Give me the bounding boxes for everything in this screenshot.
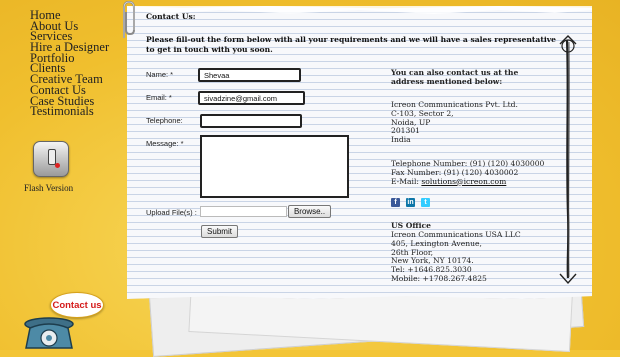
telephone-icon[interactable] <box>22 314 76 350</box>
page-title: Contact Us: <box>146 12 196 21</box>
phone-block: Telephone Number: (91) (120) 4030000 Fax… <box>391 159 544 187</box>
message-label: Message: * <box>146 139 184 148</box>
nav-testimonials[interactable]: Testimonials <box>30 105 109 117</box>
flash-version-label[interactable]: Flash Version <box>24 183 73 193</box>
switch-knob-icon <box>48 149 56 165</box>
paper-clip-icon <box>123 0 135 38</box>
file-path-field[interactable] <box>200 206 287 217</box>
message-textarea[interactable] <box>200 135 349 198</box>
browse-button[interactable]: Browse.. <box>288 205 331 218</box>
telephone-label: Telephone: <box>146 116 183 125</box>
main-nav: Home About Us Services Hire a Designer P… <box>30 9 109 117</box>
us-office-line: Mobile: +1708.267.4825 <box>391 273 487 283</box>
us-office-block: Icreon Communications USA LLC 405, Lexin… <box>391 230 521 284</box>
form-intro: Please fill-out the form below with all … <box>146 35 556 54</box>
telephone-field[interactable] <box>200 114 302 128</box>
email-line: E-Mail: solutions@icreon.com <box>391 176 544 187</box>
linkedin-icon[interactable]: in <box>406 198 415 207</box>
facebook-icon[interactable]: f <box>391 198 400 207</box>
email-label: Email: * <box>146 93 172 102</box>
name-label: Name: * <box>146 70 174 79</box>
address-block: Icreon Communications Pvt. Ltd. C-103, S… <box>391 100 518 145</box>
name-field[interactable]: Shevaa <box>198 68 301 82</box>
email-link[interactable]: solutions@icreon.com <box>421 177 506 186</box>
address-line: India <box>391 135 411 145</box>
scrollbar[interactable] <box>556 34 580 286</box>
upload-label: Upload File(s) : <box>146 208 197 217</box>
email-field[interactable]: sivadzine@gmail.com <box>198 91 305 105</box>
twitter-icon[interactable]: t <box>421 198 430 207</box>
red-dot-icon <box>55 163 60 168</box>
submit-button[interactable]: Submit <box>201 225 238 238</box>
contact-heading: You can also contact us at the address m… <box>391 68 519 86</box>
email-prefix: E-Mail: <box>391 176 422 186</box>
flash-version-icon[interactable] <box>33 141 69 177</box>
